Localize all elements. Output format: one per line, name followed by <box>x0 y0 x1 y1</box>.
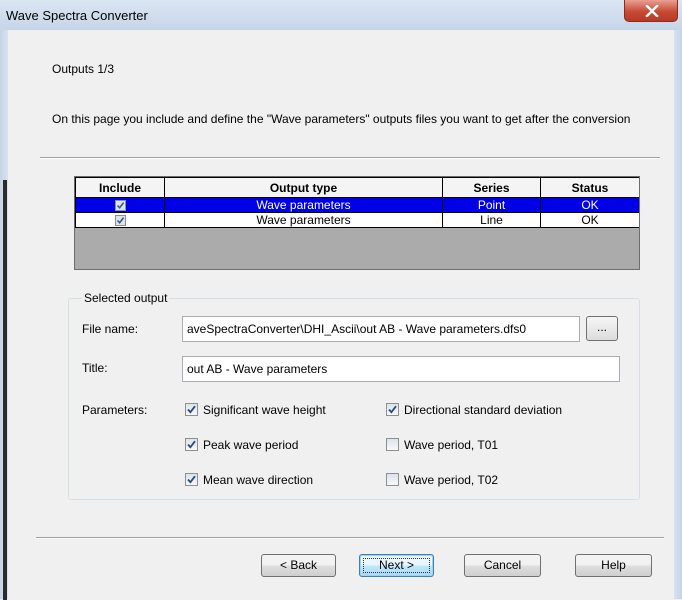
status-cell[interactable]: OK <box>540 212 639 228</box>
next-button[interactable]: Next > <box>359 554 434 577</box>
title-bar: Wave Spectra Converter <box>0 0 682 31</box>
title-field[interactable]: out AB - Wave parameters <box>182 356 620 382</box>
checkbox-label[interactable]: Wave period, T02 <box>404 472 498 488</box>
back-button[interactable]: < Back <box>261 554 336 577</box>
parameters-label: Parameters: <box>82 403 148 417</box>
column-header-output-type[interactable]: Output type <box>164 177 443 198</box>
close-icon <box>645 5 659 17</box>
help-button[interactable]: Help <box>575 554 652 577</box>
checkbox-label[interactable]: Directional standard deviation <box>404 402 562 418</box>
title-label: Title: <box>82 361 108 375</box>
checkbox-label[interactable]: Wave period, T01 <box>404 437 498 453</box>
column-header-series[interactable]: Series <box>442 177 541 198</box>
window-title: Wave Spectra Converter <box>6 8 148 23</box>
series-cell[interactable]: Point <box>442 197 541 213</box>
table-row[interactable]: Wave parameters Point OK <box>75 197 639 213</box>
include-checkbox[interactable] <box>114 199 126 211</box>
cancel-button[interactable]: Cancel <box>464 554 541 577</box>
window-frame-left <box>0 30 8 600</box>
column-header-include[interactable]: Include <box>75 177 165 198</box>
checkmark-icon <box>187 475 196 484</box>
page-description: On this page you include and define the … <box>52 112 631 126</box>
checkmark-icon <box>187 440 196 449</box>
output-type-cell[interactable]: Wave parameters <box>164 197 443 213</box>
include-cell[interactable] <box>75 197 165 213</box>
checkmark-icon <box>116 201 124 209</box>
include-cell[interactable] <box>75 212 165 228</box>
checkmark-icon <box>187 405 196 414</box>
table-row[interactable]: Wave parameters Line OK <box>75 212 639 228</box>
checkbox-label[interactable]: Mean wave direction <box>203 472 313 488</box>
checkmark-icon <box>388 405 397 414</box>
page-heading: Outputs 1/3 <box>52 62 115 76</box>
column-header-status[interactable]: Status <box>540 177 639 198</box>
file-name-label: File name: <box>82 322 139 336</box>
checkbox-label[interactable]: Peak wave period <box>203 437 298 453</box>
output-type-cell[interactable]: Wave parameters <box>164 212 443 228</box>
footer-separator <box>36 537 664 539</box>
checkbox-label[interactable]: Significant wave height <box>203 402 326 418</box>
series-cell[interactable]: Line <box>442 212 541 228</box>
checkmark-icon <box>116 216 124 224</box>
browse-button[interactable]: ... <box>586 316 618 341</box>
window-frame-right <box>674 30 682 599</box>
header-separator <box>40 157 660 159</box>
selected-output-group-label: Selected output <box>82 291 170 305</box>
include-checkbox[interactable] <box>114 214 126 226</box>
outputs-grid[interactable]: Include Output type Series Status Wave p… <box>74 176 640 270</box>
close-button[interactable] <box>624 0 678 22</box>
file-name-field[interactable]: aveSpectraConverter\DHI_Ascii\out AB - W… <box>182 316 580 342</box>
status-cell[interactable]: OK <box>540 197 639 213</box>
